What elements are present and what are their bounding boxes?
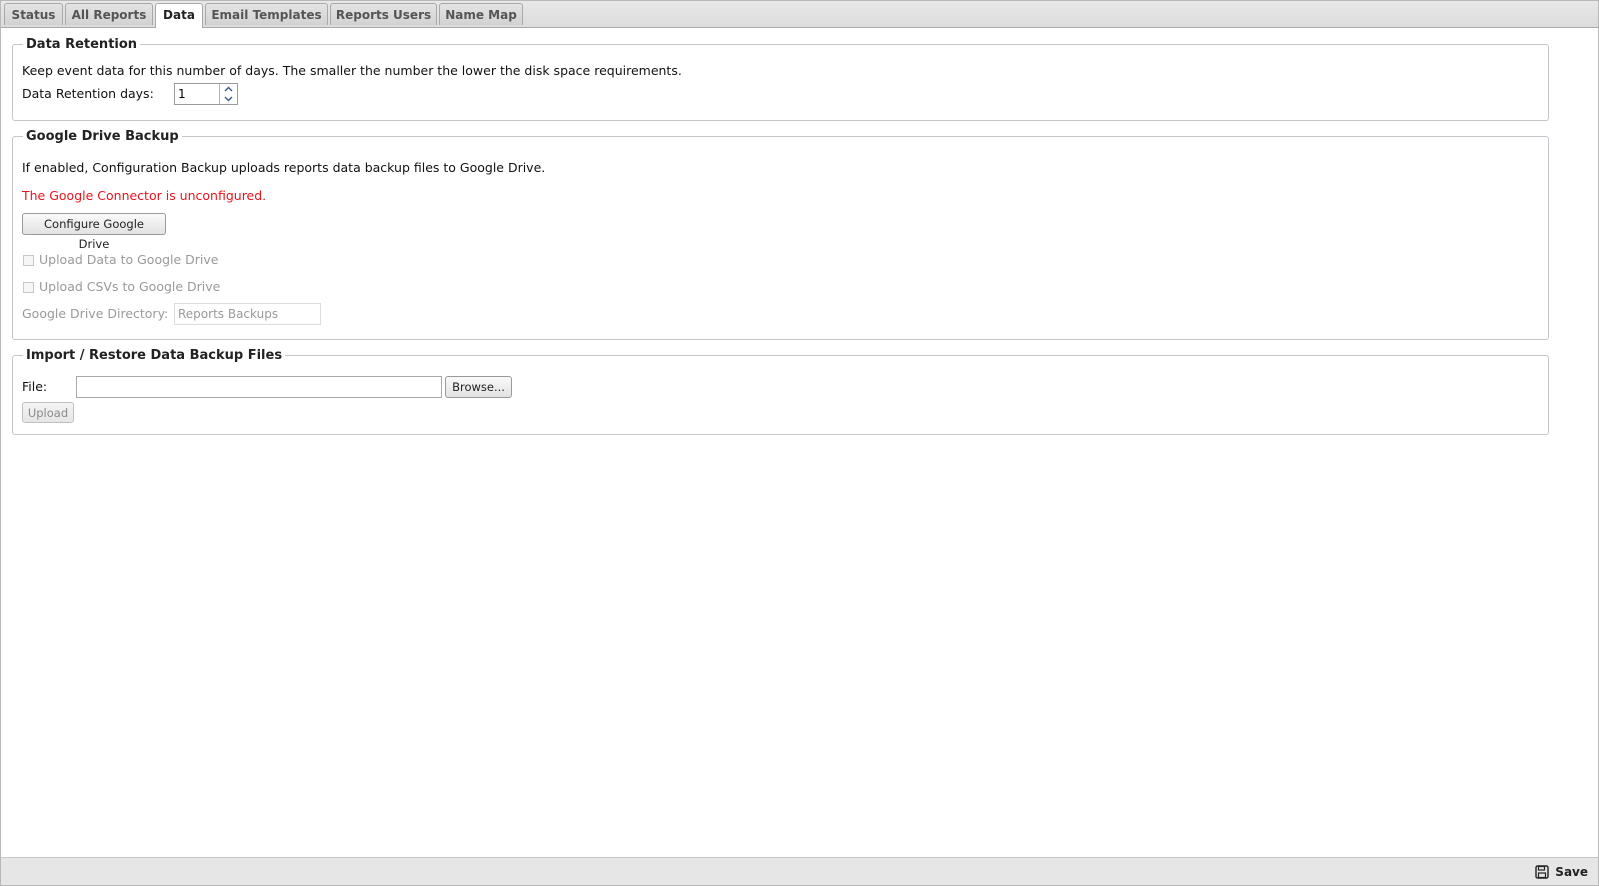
upload-data-label: Upload Data to Google Drive [39, 252, 219, 267]
google-drive-description: If enabled, Configuration Backup uploads… [22, 160, 546, 175]
save-button[interactable]: Save [1535, 863, 1588, 881]
configure-google-drive-button[interactable]: Configure Google Drive [22, 213, 166, 251]
google-drive-directory-label: Google Drive Directory: [22, 306, 169, 321]
data-retention-days-input[interactable] [175, 84, 221, 104]
chevron-up-icon [224, 86, 233, 92]
tab-bar: Status All Reports Data Email Templates … [1, 1, 1598, 28]
data-retention-section: Data Retention [12, 37, 1549, 121]
file-label: File: [22, 379, 48, 394]
google-connector-warning: The Google Connector is unconfigured. [22, 188, 267, 203]
tab-all-reports[interactable]: All Reports [65, 3, 153, 25]
tab-reports-users[interactable]: Reports Users [330, 3, 437, 25]
upload-data-checkbox[interactable] [23, 255, 34, 266]
file-path-input[interactable] [76, 376, 442, 398]
google-drive-directory-input[interactable] [174, 303, 321, 325]
tab-name-map[interactable]: Name Map [439, 3, 523, 25]
data-retention-days-label: Data Retention days: [22, 86, 154, 101]
upload-csv-checkbox[interactable] [23, 282, 34, 293]
spinner-down-button[interactable] [220, 94, 237, 104]
tab-data[interactable]: Data [155, 3, 203, 28]
tab-email-templates[interactable]: Email Templates [205, 3, 328, 25]
data-retention-legend: Data Retention [26, 37, 138, 52]
google-drive-backup-legend: Google Drive Backup [26, 129, 179, 144]
floppy-disk-icon [1535, 865, 1549, 879]
upload-csv-label: Upload CSVs to Google Drive [39, 279, 221, 294]
spinner-buttons [219, 84, 237, 104]
save-label: Save [1555, 865, 1588, 879]
data-retention-days-spinner[interactable] [174, 83, 238, 105]
upload-button[interactable]: Upload [22, 402, 74, 423]
chevron-down-icon [224, 96, 233, 102]
import-restore-legend: Import / Restore Data Backup Files [26, 348, 283, 363]
browse-button[interactable]: Browse... [445, 376, 512, 398]
footer-bar: Save [1, 857, 1598, 885]
data-retention-description: Keep event data for this number of days.… [22, 63, 682, 78]
app-frame: Status All Reports Data Email Templates … [0, 0, 1599, 886]
tab-status[interactable]: Status [4, 3, 63, 25]
spinner-up-button[interactable] [220, 84, 237, 94]
